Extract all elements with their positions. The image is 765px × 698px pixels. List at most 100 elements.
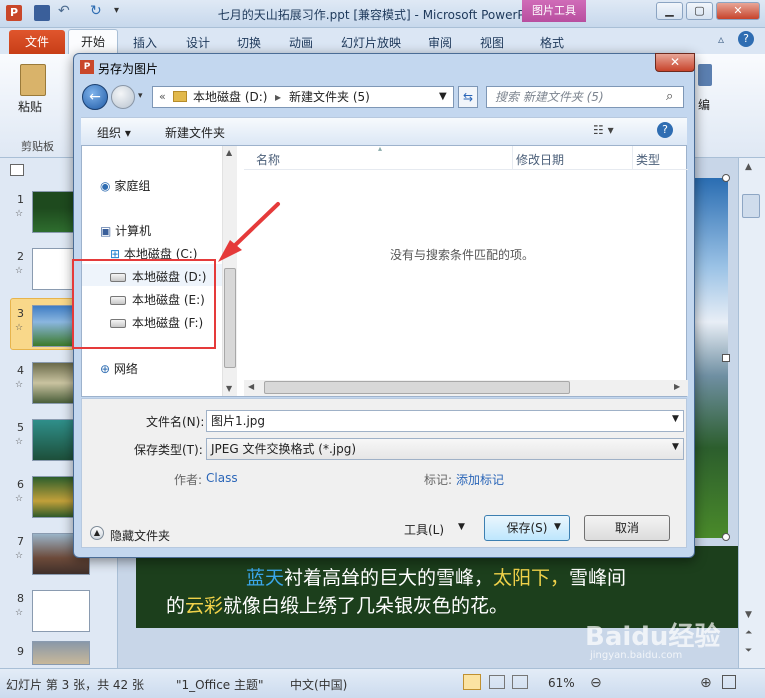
view-options-icon[interactable]: ☷ ▾ (593, 123, 614, 137)
hide-folders-icon[interactable]: ▲ (90, 526, 104, 540)
tab-slideshow[interactable]: 幻灯片放映 (341, 34, 401, 51)
next-slide-icon[interactable]: ⏷ (745, 646, 752, 656)
maximize-button[interactable]: ▢ (686, 2, 713, 20)
reading-view-icon[interactable] (512, 675, 528, 689)
paste-label[interactable]: 粘贴 (18, 98, 42, 115)
normal-view-icon[interactable] (463, 674, 481, 690)
close-window-button[interactable]: ✕ (716, 2, 760, 20)
column-name[interactable]: 名称 (256, 151, 280, 168)
column-type[interactable]: 类型 (636, 151, 660, 168)
horizontal-scrollbar[interactable]: ◀ ▶ (244, 380, 688, 396)
zoom-out-icon[interactable]: ⊖ (590, 675, 602, 691)
filetype-dropdown-icon[interactable]: ▼ (672, 442, 679, 452)
resize-handle[interactable] (722, 354, 730, 362)
resize-handle[interactable] (722, 174, 730, 182)
scroll-up-icon[interactable]: ▲ (226, 148, 232, 157)
scroll-right-icon[interactable]: ▶ (674, 382, 680, 391)
breadcrumb-separator-icon[interactable]: ▸ (275, 87, 281, 107)
new-folder-button[interactable]: 新建文件夹 (165, 124, 225, 141)
dialog-close-button[interactable]: ✕ (655, 53, 695, 72)
slide-thumbnail[interactable] (32, 590, 90, 632)
author-value[interactable]: Class (206, 471, 238, 485)
slide-text-span: 就像白缎上绣了几朵银灰色的花。 (223, 595, 509, 617)
address-bar[interactable]: « 本地磁盘 (D:) ▸ 新建文件夹 (5) ▼ (152, 86, 454, 108)
slides-tab-icon[interactable] (10, 164, 24, 176)
back-button[interactable]: ← (82, 84, 108, 110)
tags-value[interactable]: 添加标记 (456, 471, 504, 488)
empty-folder-message: 没有与搜索条件匹配的项。 (390, 248, 535, 262)
window-title: 七月的天山拓展习作.ppt [兼容模式] - Microsoft PowerPo… (217, 8, 548, 22)
language-status[interactable]: 中文(中国) (290, 676, 347, 693)
scroll-down-icon[interactable]: ▼ (226, 384, 232, 393)
scroll-left-icon[interactable]: ◀ (248, 382, 254, 391)
filename-label: 文件名(N): (146, 415, 205, 429)
filename-input[interactable]: 图片1.jpg (206, 410, 684, 432)
slide-number: 4 (17, 364, 24, 377)
help-icon[interactable]: ? (657, 122, 673, 138)
ribbon-minimize-icon[interactable]: ▵ (718, 32, 724, 46)
fit-to-window-icon[interactable] (722, 675, 736, 689)
tab-insert[interactable]: 插入 (133, 34, 157, 51)
slide-star-icon: ☆ (15, 494, 24, 504)
vertical-scrollbar[interactable]: ▲ ▼ ⏶ ⏷ (738, 158, 765, 668)
slide-star-icon: ☆ (15, 380, 24, 390)
address-segment[interactable]: 本地磁盘 (D:) (193, 87, 267, 107)
address-overflow-icon[interactable]: « (159, 87, 166, 107)
tab-review[interactable]: 审阅 (428, 34, 452, 51)
clipboard-group-label: 剪贴板 (21, 140, 54, 153)
paste-icon[interactable] (20, 64, 46, 96)
column-divider[interactable] (512, 146, 513, 170)
cancel-button[interactable]: 取消 (584, 515, 670, 541)
theme-status[interactable]: "1_Office 主题" (176, 676, 264, 693)
scrollbar-thumb[interactable] (224, 268, 236, 368)
tab-file[interactable]: 文件 (9, 30, 65, 54)
tab-view[interactable]: 视图 (480, 34, 504, 51)
nav-network[interactable]: ⊕ 网络 (100, 360, 138, 377)
slide-star-icon: ☆ (15, 266, 24, 276)
tab-home[interactable]: 开始 (68, 29, 118, 55)
slide-thumbnail[interactable] (32, 641, 90, 665)
tools-dropdown-icon[interactable]: ▼ (458, 522, 465, 532)
filetype-label: 保存类型(T): (134, 443, 203, 457)
tab-design[interactable]: 设计 (186, 34, 210, 51)
scrollbar-thumb[interactable] (742, 194, 760, 218)
tab-transitions[interactable]: 切换 (237, 34, 261, 51)
tab-animations[interactable]: 动画 (289, 34, 313, 51)
scrollbar-thumb[interactable] (264, 381, 570, 394)
slide-star-icon: ☆ (15, 437, 24, 447)
nav-scrollbar[interactable]: ▲ ▼ (222, 146, 237, 396)
save-options-dropdown-icon[interactable]: ▼ (554, 522, 561, 532)
tab-format[interactable]: 格式 (540, 34, 564, 51)
recent-locations-icon[interactable]: ▾ (138, 91, 143, 101)
resize-handle[interactable] (722, 533, 730, 541)
previous-slide-icon[interactable]: ⏶ (745, 628, 752, 638)
slide-number: 6 (17, 478, 24, 491)
help-icon[interactable]: ? (738, 31, 754, 47)
search-icon[interactable]: ⌕ (666, 89, 673, 104)
scroll-up-icon[interactable]: ▲ (745, 162, 752, 172)
zoom-in-icon[interactable]: ⊕ (700, 675, 712, 691)
slide-star-icon: ☆ (15, 209, 24, 219)
filename-dropdown-icon[interactable]: ▼ (672, 414, 679, 424)
hide-folders-toggle[interactable]: 隐藏文件夹 (110, 527, 170, 544)
filetype-select[interactable]: JPEG 文件交换格式 (*.jpg) (206, 438, 684, 460)
scroll-down-icon[interactable]: ▼ (745, 610, 752, 620)
nav-homegroup[interactable]: ◉ 家庭组 (100, 177, 150, 194)
column-divider[interactable] (632, 146, 633, 170)
computer-icon: ▣ (100, 224, 112, 238)
address-dropdown-icon[interactable]: ▼ (439, 87, 447, 107)
minimize-button[interactable]: ▁ (656, 2, 683, 20)
find-icon[interactable] (698, 64, 712, 86)
column-modified[interactable]: 修改日期 (516, 151, 564, 168)
tools-menu[interactable]: 工具(L) (404, 521, 444, 538)
zoom-level[interactable]: 61% (548, 676, 575, 690)
forward-button[interactable] (111, 85, 135, 109)
refresh-icon[interactable]: ⇆ (458, 86, 478, 108)
slide-text-span: 的 (166, 595, 186, 617)
edit-label[interactable]: 编 (698, 96, 710, 113)
nav-computer[interactable]: ▣ 计算机 (100, 222, 151, 239)
organize-menu[interactable]: 组织 ▾ (97, 124, 131, 141)
search-input[interactable]: 搜索 新建文件夹 (5) (486, 86, 684, 108)
address-segment[interactable]: 新建文件夹 (5) (289, 87, 370, 107)
slide-sorter-icon[interactable] (489, 675, 505, 689)
